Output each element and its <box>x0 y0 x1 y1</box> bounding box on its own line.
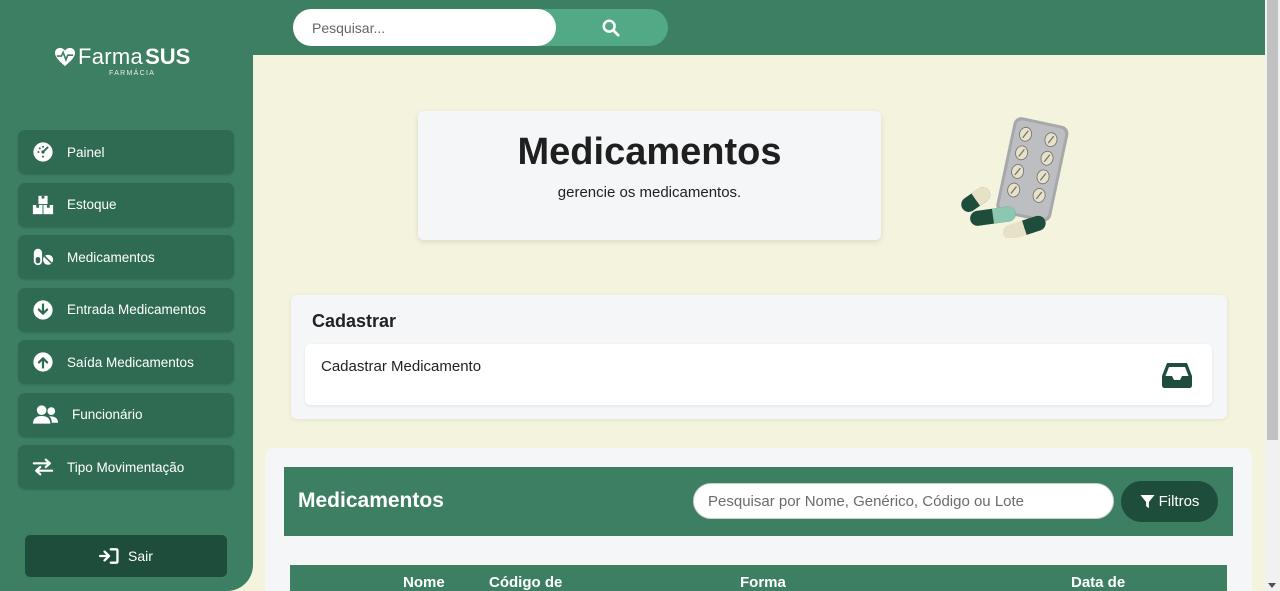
logout-button[interactable]: Sair <box>25 535 227 577</box>
sidebar: Farma SUS FARMÁCIA Painel Estoque Medica… <box>0 0 253 591</box>
arrow-down-circle-icon <box>32 299 54 321</box>
brand-name-bold: SUS <box>145 44 191 69</box>
medications-search-input[interactable] <box>693 483 1114 519</box>
sidebar-item-label: Funcionário <box>72 407 143 422</box>
sidebar-item-label: Saída Medicamentos <box>67 354 194 370</box>
filters-label: Filtros <box>1158 493 1200 510</box>
page-scrollbar[interactable] <box>1265 0 1280 591</box>
sidebar-item-funcionario[interactable]: Funcionário <box>18 392 234 437</box>
page-title: Medicamentos <box>517 131 782 173</box>
filters-button[interactable]: Filtros <box>1121 481 1218 522</box>
swap-arrows-icon <box>32 456 54 478</box>
arrow-up-circle-icon <box>32 351 54 373</box>
brand-logo[interactable]: Farma SUS FARMÁCIA <box>54 44 194 80</box>
register-medication-label: Cadastrar Medicamento <box>321 358 482 375</box>
sidebar-nav: Painel Estoque Medicamentos Entrada Medi… <box>18 130 234 498</box>
brand-subtitle: FARMÁCIA <box>109 70 156 77</box>
pill-blister-illustration <box>961 117 1069 238</box>
column-header-codigo[interactable]: Código de <box>489 574 562 591</box>
search-input[interactable] <box>293 9 556 46</box>
scrollbar-thumb[interactable] <box>1267 0 1278 440</box>
logout-label: Sair <box>128 548 153 564</box>
table-header: Nome Código de Forma Data de <box>290 565 1227 591</box>
sidebar-item-label: Medicamentos <box>67 249 155 265</box>
sidebar-item-label: Estoque <box>67 197 117 212</box>
register-section-title: Cadastrar <box>312 311 397 331</box>
column-header-forma[interactable]: Forma <box>740 574 786 591</box>
boxes-icon <box>32 194 54 216</box>
sign-out-icon <box>99 548 119 564</box>
sidebar-item-label: Tipo Movimentação <box>67 459 185 475</box>
users-icon <box>32 404 59 426</box>
sidebar-item-painel[interactable]: Painel <box>18 130 234 174</box>
sidebar-item-estoque[interactable]: Estoque <box>18 182 234 227</box>
sidebar-item-saida-medicamentos[interactable]: Saída Medicamentos <box>18 340 234 384</box>
register-section: Cadastrar Cadastrar Medicamento <box>291 295 1227 419</box>
heart-pulse-icon <box>55 47 75 67</box>
dashboard-icon <box>32 141 54 163</box>
medications-list-title: Medicamentos <box>298 489 444 512</box>
hero-card: Medicamentos gerencie os medicamentos. <box>418 111 881 240</box>
sidebar-item-medicamentos[interactable]: Medicamentos <box>18 235 234 279</box>
search-icon <box>602 19 620 37</box>
column-header-nome[interactable]: Nome <box>403 574 445 591</box>
pills-icon <box>32 246 54 268</box>
sidebar-item-entrada-medicamentos[interactable]: Entrada Medicamentos <box>18 287 234 332</box>
sidebar-item-tipo-movimentacao[interactable]: Tipo Movimentação <box>18 445 234 489</box>
sidebar-item-label: Painel <box>67 144 105 160</box>
top-bar <box>253 0 1265 55</box>
brand-name-light: Farma <box>78 44 144 69</box>
register-medication-card[interactable]: Cadastrar Medicamento <box>305 344 1212 405</box>
global-search <box>293 9 668 46</box>
inbox-icon <box>1162 363 1192 388</box>
column-header-data[interactable]: Data de <box>1071 574 1125 591</box>
medications-list-header: Medicamentos Filtros <box>284 467 1233 536</box>
sidebar-item-label: Entrada Medicamentos <box>67 302 206 317</box>
scroll-down-arrow-icon[interactable] <box>1268 583 1276 588</box>
filter-icon <box>1140 494 1155 509</box>
page-subtitle: gerencie os medicamentos. <box>557 184 742 201</box>
